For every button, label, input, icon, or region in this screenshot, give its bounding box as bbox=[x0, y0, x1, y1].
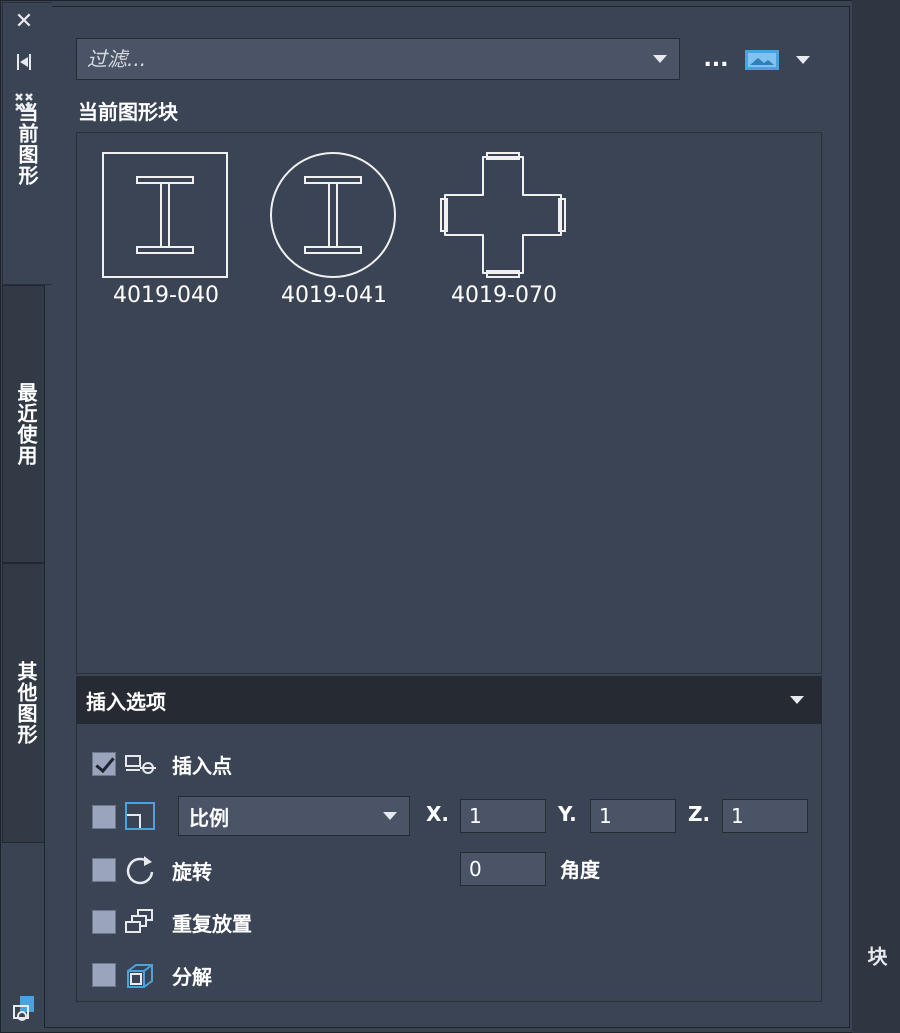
explode-label: 分解 bbox=[172, 964, 212, 989]
rotate-label: 旋转 bbox=[172, 859, 212, 884]
pin-icon bbox=[17, 54, 31, 70]
i-beam-square-icon bbox=[102, 152, 228, 278]
angle-label: 角度 bbox=[560, 858, 600, 882]
scale-option bbox=[92, 801, 158, 833]
tab-other-drawings[interactable]: 其他图形 bbox=[2, 563, 50, 843]
block-name: 4019-041 bbox=[281, 283, 387, 308]
insert-point-icon bbox=[125, 755, 156, 774]
tab-current-drawing[interactable]: 当前图形 bbox=[2, 2, 52, 285]
rotate-option: 旋转 bbox=[92, 854, 212, 886]
tab-recent[interactable]: 最近使用 bbox=[2, 285, 50, 563]
repeat-placement-label: 重复放置 bbox=[172, 911, 252, 936]
filter-combobox[interactable] bbox=[76, 38, 680, 80]
block-item[interactable]: 4019-040 bbox=[91, 151, 231, 321]
explode-option: 分解 bbox=[92, 959, 212, 991]
scale-icon bbox=[125, 802, 155, 830]
scale-mode-value: 比例 bbox=[189, 805, 229, 830]
section-title: 当前图形块 bbox=[78, 100, 178, 124]
tab-label: 其他图形 bbox=[14, 661, 38, 745]
properties-icon[interactable] bbox=[10, 88, 38, 116]
chevron-down-icon[interactable] bbox=[383, 812, 397, 820]
insert-point-option: 插入点 bbox=[92, 748, 232, 780]
y-scale-label: Y. bbox=[558, 802, 577, 826]
chevron-down-icon[interactable] bbox=[796, 56, 810, 64]
z-scale-label: Z. bbox=[688, 802, 711, 826]
chevron-down-icon[interactable] bbox=[790, 696, 804, 704]
angle-input[interactable] bbox=[460, 852, 546, 886]
palette-caption: 块 bbox=[864, 946, 888, 966]
palette-title-strip bbox=[852, 0, 900, 1033]
close-icon[interactable]: ✕ bbox=[10, 8, 38, 36]
repeat-placement-checkbox[interactable] bbox=[92, 910, 116, 934]
image-view-icon bbox=[745, 50, 779, 70]
repeat-placement-icon bbox=[125, 909, 153, 933]
rotate-icon bbox=[126, 856, 154, 885]
blocks-gallery: 4019-040 4019-041 4019-070 bbox=[76, 132, 822, 674]
auto-hide-icon[interactable] bbox=[10, 48, 38, 76]
insert-point-label: 插入点 bbox=[172, 753, 232, 778]
i-beam-circle-icon bbox=[270, 152, 396, 278]
blocks-palette-icon[interactable] bbox=[10, 994, 38, 1022]
block-name: 4019-040 bbox=[113, 283, 219, 308]
settings-icon bbox=[15, 93, 33, 111]
cross-shape-icon bbox=[440, 152, 566, 278]
explode-icon bbox=[127, 964, 153, 988]
rotate-checkbox[interactable] bbox=[92, 858, 116, 882]
block-insert-icon bbox=[13, 996, 34, 1021]
scale-mode-select[interactable]: 比例 bbox=[178, 796, 410, 836]
insert-options-title: 插入选项 bbox=[86, 689, 166, 714]
scale-checkbox[interactable] bbox=[92, 805, 116, 829]
x-scale-input[interactable] bbox=[460, 799, 546, 833]
chevron-down-icon[interactable] bbox=[653, 55, 667, 63]
z-scale-input[interactable] bbox=[722, 799, 808, 833]
block-item[interactable]: 4019-070 bbox=[429, 151, 569, 321]
explode-checkbox[interactable] bbox=[92, 963, 116, 987]
view-mode-button[interactable] bbox=[744, 48, 780, 72]
y-scale-input[interactable] bbox=[590, 799, 676, 833]
block-name: 4019-070 bbox=[451, 283, 557, 308]
blocks-palette: 其他图形 最近使用 当前图形 ✕ 块 过滤... ... 当前图形块 4019-… bbox=[0, 0, 900, 1033]
block-item[interactable]: 4019-041 bbox=[259, 151, 399, 321]
repeat-placement-option: 重复放置 bbox=[92, 906, 252, 938]
browse-button[interactable]: ... bbox=[702, 46, 730, 74]
insert-point-checkbox[interactable] bbox=[92, 752, 116, 776]
tab-label: 最近使用 bbox=[14, 382, 38, 466]
x-scale-label: X. bbox=[426, 802, 450, 826]
insert-options-header[interactable]: 插入选项 bbox=[76, 676, 822, 724]
filter-input[interactable] bbox=[87, 47, 653, 71]
